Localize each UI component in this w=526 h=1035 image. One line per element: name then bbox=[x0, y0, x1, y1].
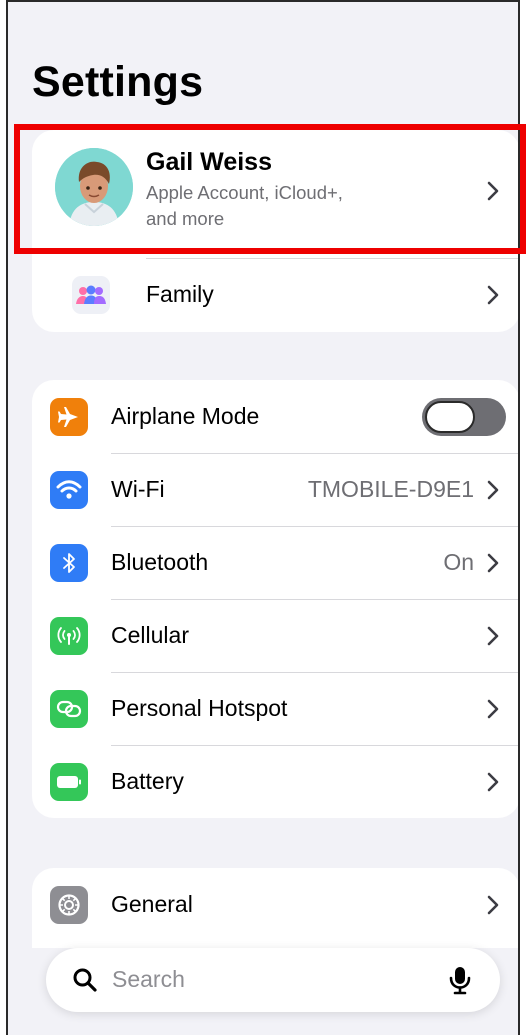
wifi-network-value: TMOBILE-D9E1 bbox=[307, 476, 474, 502]
general-label: General bbox=[111, 891, 193, 917]
hotspot-icon bbox=[50, 689, 88, 728]
wifi-row[interactable]: Wi-Fi TMOBILE-D9E1 bbox=[32, 453, 518, 526]
profile-subtitle: Apple Account, iCloud+, and more bbox=[146, 180, 406, 232]
account-card: Gail Weiss Apple Account, iCloud+, and m… bbox=[32, 130, 518, 332]
airplane-mode-toggle[interactable] bbox=[422, 397, 506, 436]
airplane-icon bbox=[50, 397, 88, 436]
chevron-right-icon bbox=[487, 772, 499, 791]
connectivity-card: Airplane Mode Wi-Fi TMOBILE-D9E1 Bluetoo… bbox=[32, 380, 518, 818]
profile-name: Gail Weiss bbox=[146, 148, 272, 176]
chevron-right-icon bbox=[487, 181, 499, 201]
general-card: General bbox=[32, 868, 518, 948]
microphone-icon[interactable] bbox=[448, 965, 472, 995]
personal-hotspot-row[interactable]: Personal Hotspot bbox=[32, 672, 518, 745]
family-row[interactable]: Family bbox=[32, 258, 518, 331]
airplane-mode-label: Airplane Mode bbox=[111, 403, 260, 429]
bluetooth-status-value: On bbox=[443, 549, 474, 575]
bluetooth-icon bbox=[50, 543, 88, 582]
chevron-right-icon bbox=[487, 626, 499, 645]
profile-subtitle-line1: Apple Account, iCloud+, bbox=[146, 182, 343, 203]
page-title: Settings bbox=[32, 58, 204, 106]
chevron-right-icon bbox=[487, 553, 499, 572]
settings-screen: Settings Gail Weiss Apple Account, iClou… bbox=[6, 0, 520, 1035]
toggle-knob bbox=[425, 400, 475, 433]
personal-hotspot-label: Personal Hotspot bbox=[111, 695, 288, 721]
gear-icon bbox=[50, 885, 88, 924]
general-row[interactable]: General bbox=[32, 868, 518, 941]
battery-row[interactable]: Battery bbox=[32, 745, 518, 818]
search-bar[interactable]: Search bbox=[46, 948, 500, 1012]
cellular-icon bbox=[50, 616, 88, 655]
avatar bbox=[55, 148, 133, 226]
search-icon bbox=[73, 968, 97, 992]
family-label: Family bbox=[146, 281, 214, 307]
family-icon bbox=[72, 275, 110, 314]
wifi-label: Wi-Fi bbox=[111, 476, 165, 502]
bluetooth-label: Bluetooth bbox=[111, 549, 209, 575]
battery-label: Battery bbox=[111, 768, 184, 794]
cellular-row[interactable]: Cellular bbox=[32, 599, 518, 672]
airplane-mode-row[interactable]: Airplane Mode bbox=[32, 380, 518, 453]
profile-subtitle-line2: and more bbox=[146, 208, 225, 229]
battery-icon bbox=[50, 762, 88, 801]
wifi-icon bbox=[50, 470, 88, 509]
search-input[interactable]: Search bbox=[112, 966, 185, 993]
cellular-label: Cellular bbox=[111, 622, 189, 648]
chevron-right-icon bbox=[487, 480, 499, 499]
bluetooth-row[interactable]: Bluetooth On bbox=[32, 526, 518, 599]
chevron-right-icon bbox=[487, 285, 499, 304]
account-profile-row[interactable]: Gail Weiss Apple Account, iCloud+, and m… bbox=[32, 130, 518, 258]
chevron-right-icon bbox=[487, 699, 499, 718]
chevron-right-icon bbox=[487, 895, 499, 914]
